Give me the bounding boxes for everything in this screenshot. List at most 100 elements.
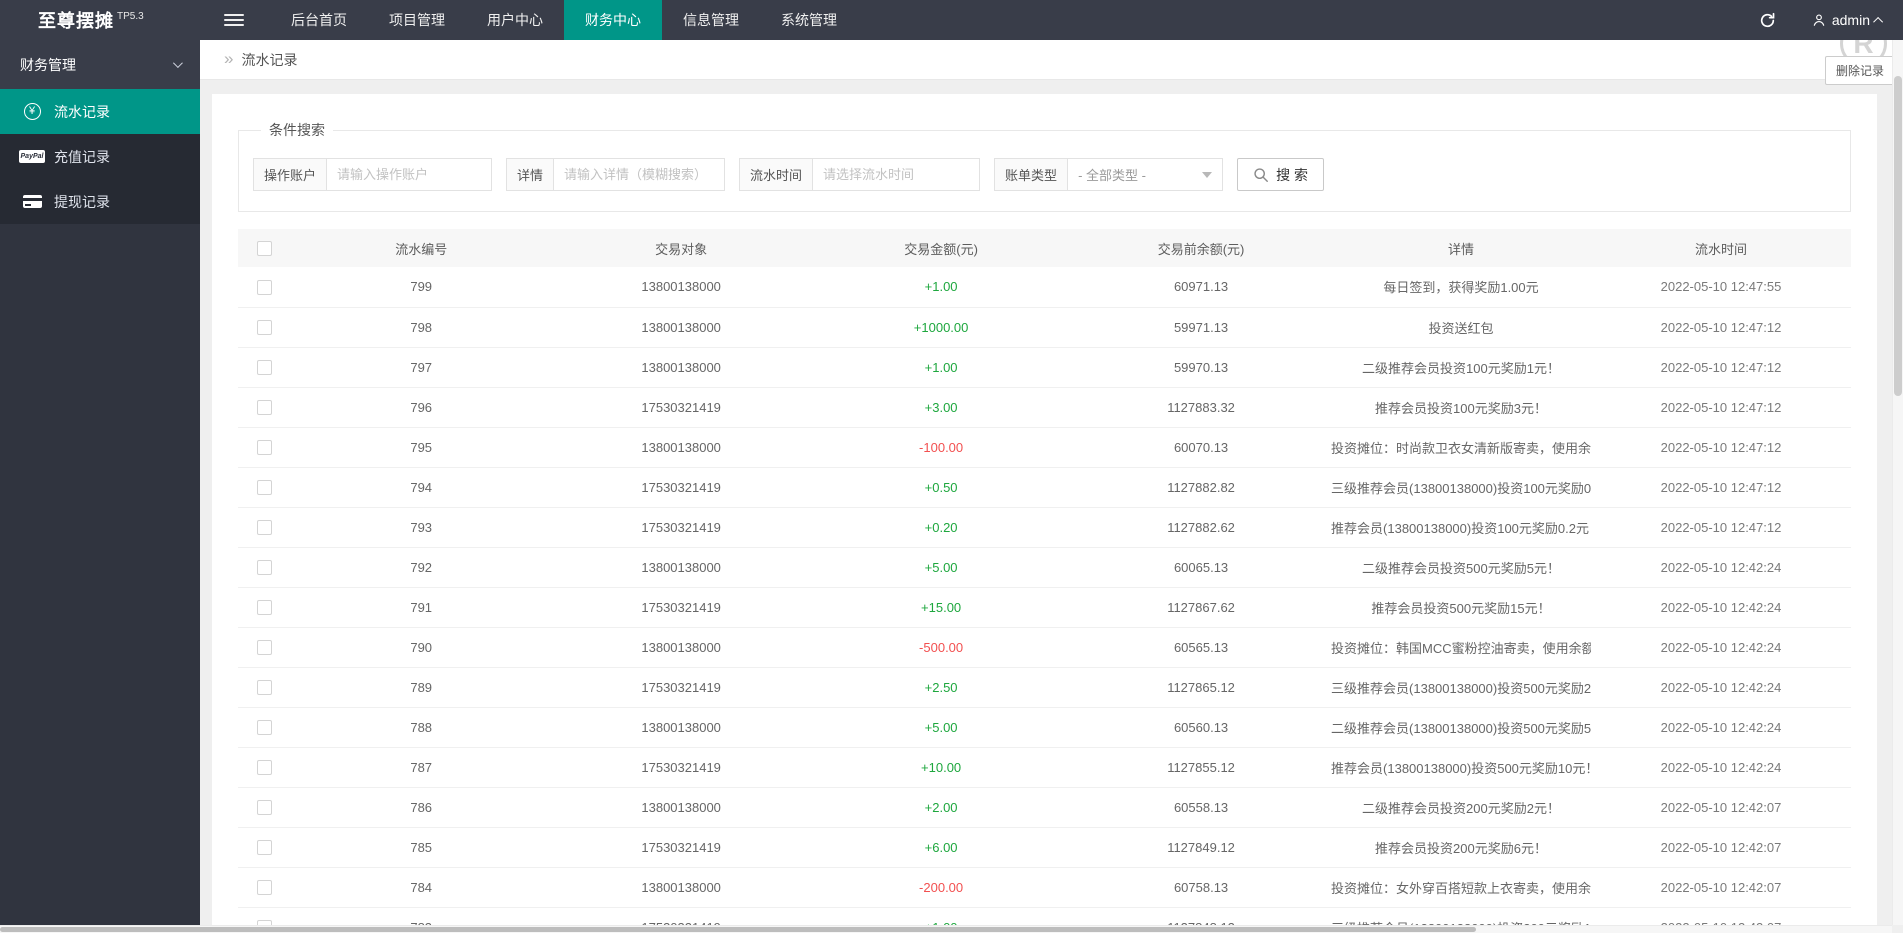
cell-time: 2022-05-10 12:42:24	[1590, 587, 1851, 628]
cell-detail: 每日签到，获得奖励1.00元	[1331, 267, 1591, 308]
cell-serial: 789	[291, 667, 552, 708]
cell-time: 2022-05-10 12:42:07	[1590, 827, 1851, 868]
cell-time: 2022-05-10 12:42:24	[1590, 747, 1851, 788]
table-row: 798 13800138000 +1000.00 59971.13 投资送红包 …	[238, 307, 1851, 348]
table-header-cell: 流水编号	[291, 229, 552, 267]
cell-amount: +5.00	[811, 707, 1072, 748]
cell-balance: 60758.13	[1071, 867, 1332, 908]
cell-target: 13800138000	[551, 867, 812, 908]
nav-item[interactable]: 系统管理	[760, 0, 858, 40]
row-checkbox[interactable]	[257, 279, 273, 295]
table-row: 790 13800138000 -500.00 60565.13 投资摊位：韩国…	[238, 627, 1851, 668]
cell-balance: 60971.13	[1071, 267, 1332, 308]
bill-type-select[interactable]: - 全部类型 -	[1067, 158, 1224, 191]
row-checkbox[interactable]	[257, 680, 273, 696]
row-checkbox[interactable]	[257, 840, 273, 856]
row-checkbox[interactable]	[257, 400, 273, 416]
row-checkbox[interactable]	[257, 800, 273, 816]
cell-detail: 二级推荐会员投资200元奖励2元！	[1331, 787, 1591, 828]
sidebar-group-label: 财务管理	[20, 56, 76, 73]
vertical-scrollbar[interactable]	[1892, 40, 1903, 925]
sidebar-group-finance[interactable]: 财务管理	[0, 40, 200, 89]
cell-target: 13800138000	[551, 787, 812, 828]
caret-up-icon	[1873, 16, 1884, 27]
delete-records-button[interactable]: 删除记录	[1824, 56, 1895, 85]
table-row: 791 17530321419 +15.00 1127867.62 推荐会员投资…	[238, 587, 1851, 628]
logo-text: 至尊摆摊	[38, 11, 114, 31]
nav-item[interactable]: 信息管理	[662, 0, 760, 40]
search-fieldset: 条件搜索 操作账户 详情 流水时间	[238, 120, 1851, 212]
time-input[interactable]	[812, 158, 981, 191]
breadcrumb: » 流水记录	[200, 40, 1903, 80]
table-row: 788 13800138000 +5.00 60560.13 二级推荐会员(13…	[238, 707, 1851, 748]
row-checkbox[interactable]	[257, 640, 273, 656]
cell-target: 17530321419	[551, 507, 812, 548]
nav-item[interactable]: 财务中心	[564, 0, 662, 40]
cell-balance: 60065.13	[1071, 547, 1332, 588]
row-checkbox[interactable]	[257, 520, 273, 536]
cell-target: 13800138000	[551, 547, 812, 588]
cell-target: 13800138000	[551, 627, 812, 668]
cell-amount: +6.00	[811, 827, 1072, 868]
row-checkbox[interactable]	[257, 720, 273, 736]
refresh-icon[interactable]	[1759, 12, 1776, 29]
cell-amount: +5.00	[811, 547, 1072, 588]
row-checkbox[interactable]	[257, 360, 273, 376]
search-button[interactable]: 搜 索	[1237, 158, 1324, 191]
menu-toggle-icon[interactable]	[224, 0, 244, 40]
cell-balance: 1127865.12	[1071, 667, 1332, 708]
top-navbar: 至尊摆摊 TP5.3 后台首页 项目管理 用户中心 财务中心 信息管理 系统管理…	[0, 0, 1903, 40]
logo-version: TP5.3	[117, 10, 144, 22]
row-checkbox[interactable]	[257, 440, 273, 456]
sidebar-item-label: 流水记录	[54, 103, 110, 120]
cell-detail: 推荐会员投资200元奖励6元！	[1331, 827, 1591, 868]
table-header-cell: 交易对象	[551, 229, 812, 267]
row-checkbox[interactable]	[257, 560, 273, 576]
app-logo: 至尊摆摊 TP5.3	[0, 0, 200, 40]
horizontal-scrollbar[interactable]	[0, 925, 1892, 933]
cell-target: 17530321419	[551, 667, 812, 708]
cell-serial: 798	[291, 307, 552, 348]
cell-target: 17530321419	[551, 827, 812, 868]
row-checkbox[interactable]	[257, 320, 273, 336]
table-header-cell: 交易前余额(元)	[1071, 229, 1332, 267]
cell-target: 13800138000	[551, 427, 812, 468]
sidebar-item-recharge[interactable]: PayPal 充值记录	[0, 134, 200, 179]
cell-detail: 二级推荐会员(13800138000)投资500元奖励5元！	[1331, 707, 1591, 748]
nav-item[interactable]: 后台首页	[270, 0, 368, 40]
sidebar-item-flow[interactable]: ¥ 流水记录	[0, 89, 200, 134]
account-input[interactable]	[326, 158, 493, 191]
sidebar-item-withdraw[interactable]: 提现记录	[0, 179, 200, 224]
nav-item[interactable]: 项目管理	[368, 0, 466, 40]
yen-circle-icon: ¥	[23, 103, 41, 120]
cell-serial: 784	[291, 867, 552, 908]
cell-time: 2022-05-10 12:47:12	[1590, 387, 1851, 428]
horizontal-scrollbar-thumb[interactable]	[0, 927, 1476, 932]
cell-balance: 60565.13	[1071, 627, 1332, 668]
cell-balance: 1127882.82	[1071, 467, 1332, 508]
row-checkbox[interactable]	[257, 600, 273, 616]
detail-input[interactable]	[553, 158, 726, 191]
cell-amount: +1.00	[811, 267, 1072, 308]
cell-balance: 60560.13	[1071, 707, 1332, 748]
cell-amount: +1.00	[811, 347, 1072, 388]
nav-item[interactable]: 用户中心	[466, 0, 564, 40]
cell-serial: 790	[291, 627, 552, 668]
cell-detail: 三级推荐会员(13800138000)投资100元奖励0.5元！	[1331, 467, 1591, 508]
row-checkbox[interactable]	[257, 880, 273, 896]
cell-detail: 投资摊位：时尚款卫衣女清新版寄卖，使用余额100元	[1331, 427, 1591, 468]
select-all-checkbox[interactable]	[257, 241, 273, 257]
row-checkbox[interactable]	[257, 480, 273, 496]
cell-amount: +2.50	[811, 667, 1072, 708]
cell-time: 2022-05-10 12:47:12	[1590, 507, 1851, 548]
cell-detail: 投资摊位：女外穿百搭短款上衣寄卖，使用余额200元	[1331, 867, 1591, 908]
cell-time: 2022-05-10 12:42:24	[1590, 707, 1851, 748]
cell-balance: 60070.13	[1071, 427, 1332, 468]
sidebar: 财务管理 ¥ 流水记录 PayPal 充值记录 提现记录	[0, 40, 200, 933]
cell-serial: 785	[291, 827, 552, 868]
type-label: 账单类型	[994, 158, 1068, 191]
user-menu[interactable]: admin	[1812, 12, 1884, 28]
row-checkbox[interactable]	[257, 760, 273, 776]
cell-serial: 792	[291, 547, 552, 588]
vertical-scrollbar-thumb[interactable]	[1894, 76, 1902, 396]
